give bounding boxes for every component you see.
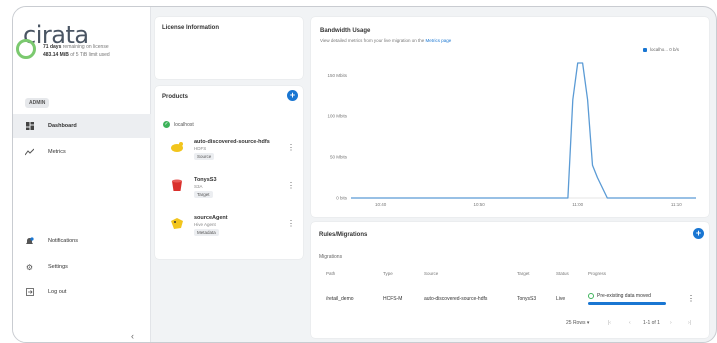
more-options-icon[interactable]: ⋮ [287,143,295,152]
migrations-label: Migrations [319,254,343,260]
x-tick-label: 10:50 [474,202,486,207]
add-rule-button[interactable]: + [693,228,704,239]
sidebar-item-settings[interactable]: ⚙ Settings [13,255,151,279]
host-label: ✓ localhost [163,121,194,128]
license-title: License Information [162,25,220,31]
more-options-icon[interactable]: ⋮ [287,181,295,190]
product-name: sourceAgent [194,215,228,221]
license-days-value: 71 days [43,44,62,50]
metrics-page-link[interactable]: Metrics page [425,38,451,43]
host-name: localhost [174,121,194,128]
product-role-tag: Metadata [194,229,219,236]
x-tick-label: 11:00 [572,202,583,207]
license-used-suffix: of 5 TiB limit used [70,52,110,58]
bandwidth-subtitle-text: View detailed metrics from your live mig… [320,38,425,43]
collapse-sidebar-button[interactable]: ‹ [131,331,134,341]
sidebar-item-logout[interactable]: Log out [13,280,151,304]
gear-icon: ⚙ [25,262,34,272]
product-type: Hive Agent [194,222,216,227]
sidebar-item-notifications[interactable]: Notifications [13,229,151,253]
sidebar-item-metrics[interactable]: Metrics [13,140,151,164]
migration-progress: Pre-existing data moved [588,293,651,299]
column-header-target[interactable]: Target [517,271,530,276]
license-usage: 483.14 MiB of 5 TiB limit used [43,52,110,58]
bandwidth-title: Bandwidth Usage [320,28,371,34]
sidebar-item-label: Notifications [48,238,78,244]
column-header-status[interactable]: Status [556,271,569,276]
y-tick-label: 50 Mbits [330,155,348,160]
migration-path[interactable]: /retail_demo [326,296,354,302]
role-badge: ADMIN [25,98,50,108]
chart-legend: localho... 0 b/s [643,47,679,52]
column-header-source[interactable]: Source [424,271,438,276]
series-line [351,62,696,199]
rows-per-page-value: 25 Rows [566,320,586,326]
page-range: 1-1 of 1 [643,320,660,326]
y-tick-label: 150 Mbits [327,73,347,78]
migration-type: HCFS-M [383,296,403,302]
column-header-type[interactable]: Type [383,271,393,276]
product-item[interactable]: auto-discovered-source-hdfs HDFS Source … [170,139,295,169]
license-used-value: 483.14 MiB [43,52,69,58]
dashboard-icon [25,122,34,131]
progress-bar [588,302,666,305]
check-icon: ✓ [163,121,170,128]
progress-bar-fill [588,302,666,305]
sidebar-item-label: Log out [48,289,67,295]
product-item[interactable]: sourceAgent Hive Agent Metadata ⋮ [170,215,295,245]
first-page-button[interactable]: |‹ [608,320,611,326]
last-page-button[interactable]: ›| [688,320,691,326]
license-days: 71 days remaining on license [43,44,109,50]
license-days-suffix: remaining on license [62,44,109,50]
migration-target: TonysS3 [517,296,537,302]
bell-icon [25,236,34,246]
rows-per-page-select[interactable]: 25 Rows ▾ [566,320,589,326]
s3-icon [170,179,184,193]
more-options-icon[interactable]: ⋮ [287,219,295,228]
add-product-button[interactable]: + [287,90,298,101]
license-card: License Information [155,17,303,79]
column-header-path[interactable]: Path [326,271,335,276]
hive-icon [170,217,184,231]
rules-title: Rules/Migrations [319,232,368,238]
products-title: Products [162,94,189,100]
license-usage-ring [16,39,36,59]
product-role-tag: Source [194,153,215,160]
migration-source: auto-discovered-source-hdfs [424,296,488,302]
progress-label: Pre-existing data moved [597,293,651,299]
sidebar-item-dashboard[interactable]: Dashboard [13,114,151,138]
product-item[interactable]: TonysS3 S3A Target ⋮ [170,177,295,207]
bandwidth-chart: 0 bits 50 Mbits 100 Mbits 150 Mbits 10:40 10:… [327,62,696,207]
product-type: S3A [194,184,203,189]
x-tick-label: 11:10 [671,202,682,207]
product-name: TonysS3 [194,177,217,183]
y-tick-label: 100 Mbits [327,114,347,119]
bandwidth-subtitle: View detailed metrics from your live mig… [320,38,451,43]
migration-status: Live [556,296,566,302]
sidebar-item-label: Dashboard [48,123,77,129]
product-role-tag: Target [194,191,213,198]
logout-icon [25,288,34,297]
progress-status-icon [588,293,594,299]
chevron-down-icon: ▾ [586,320,590,326]
hdfs-icon [170,141,184,155]
product-type: HDFS [194,146,207,151]
product-name: auto-discovered-source-hdfs [194,139,270,145]
x-tick-label: 10:40 [375,202,387,207]
y-tick-label: 0 bits [336,196,348,201]
sidebar-item-label: Settings [48,264,68,270]
metrics-icon [25,148,34,157]
column-header-progress[interactable]: Progress [588,271,606,276]
next-page-button[interactable]: › [670,320,672,326]
prev-page-button[interactable]: ‹ [629,320,631,326]
sidebar-item-label: Metrics [48,149,66,155]
legend-swatch [643,47,647,52]
legend-label: localho... 0 b/s [650,47,680,52]
more-options-icon[interactable]: ⋮ [687,294,695,303]
